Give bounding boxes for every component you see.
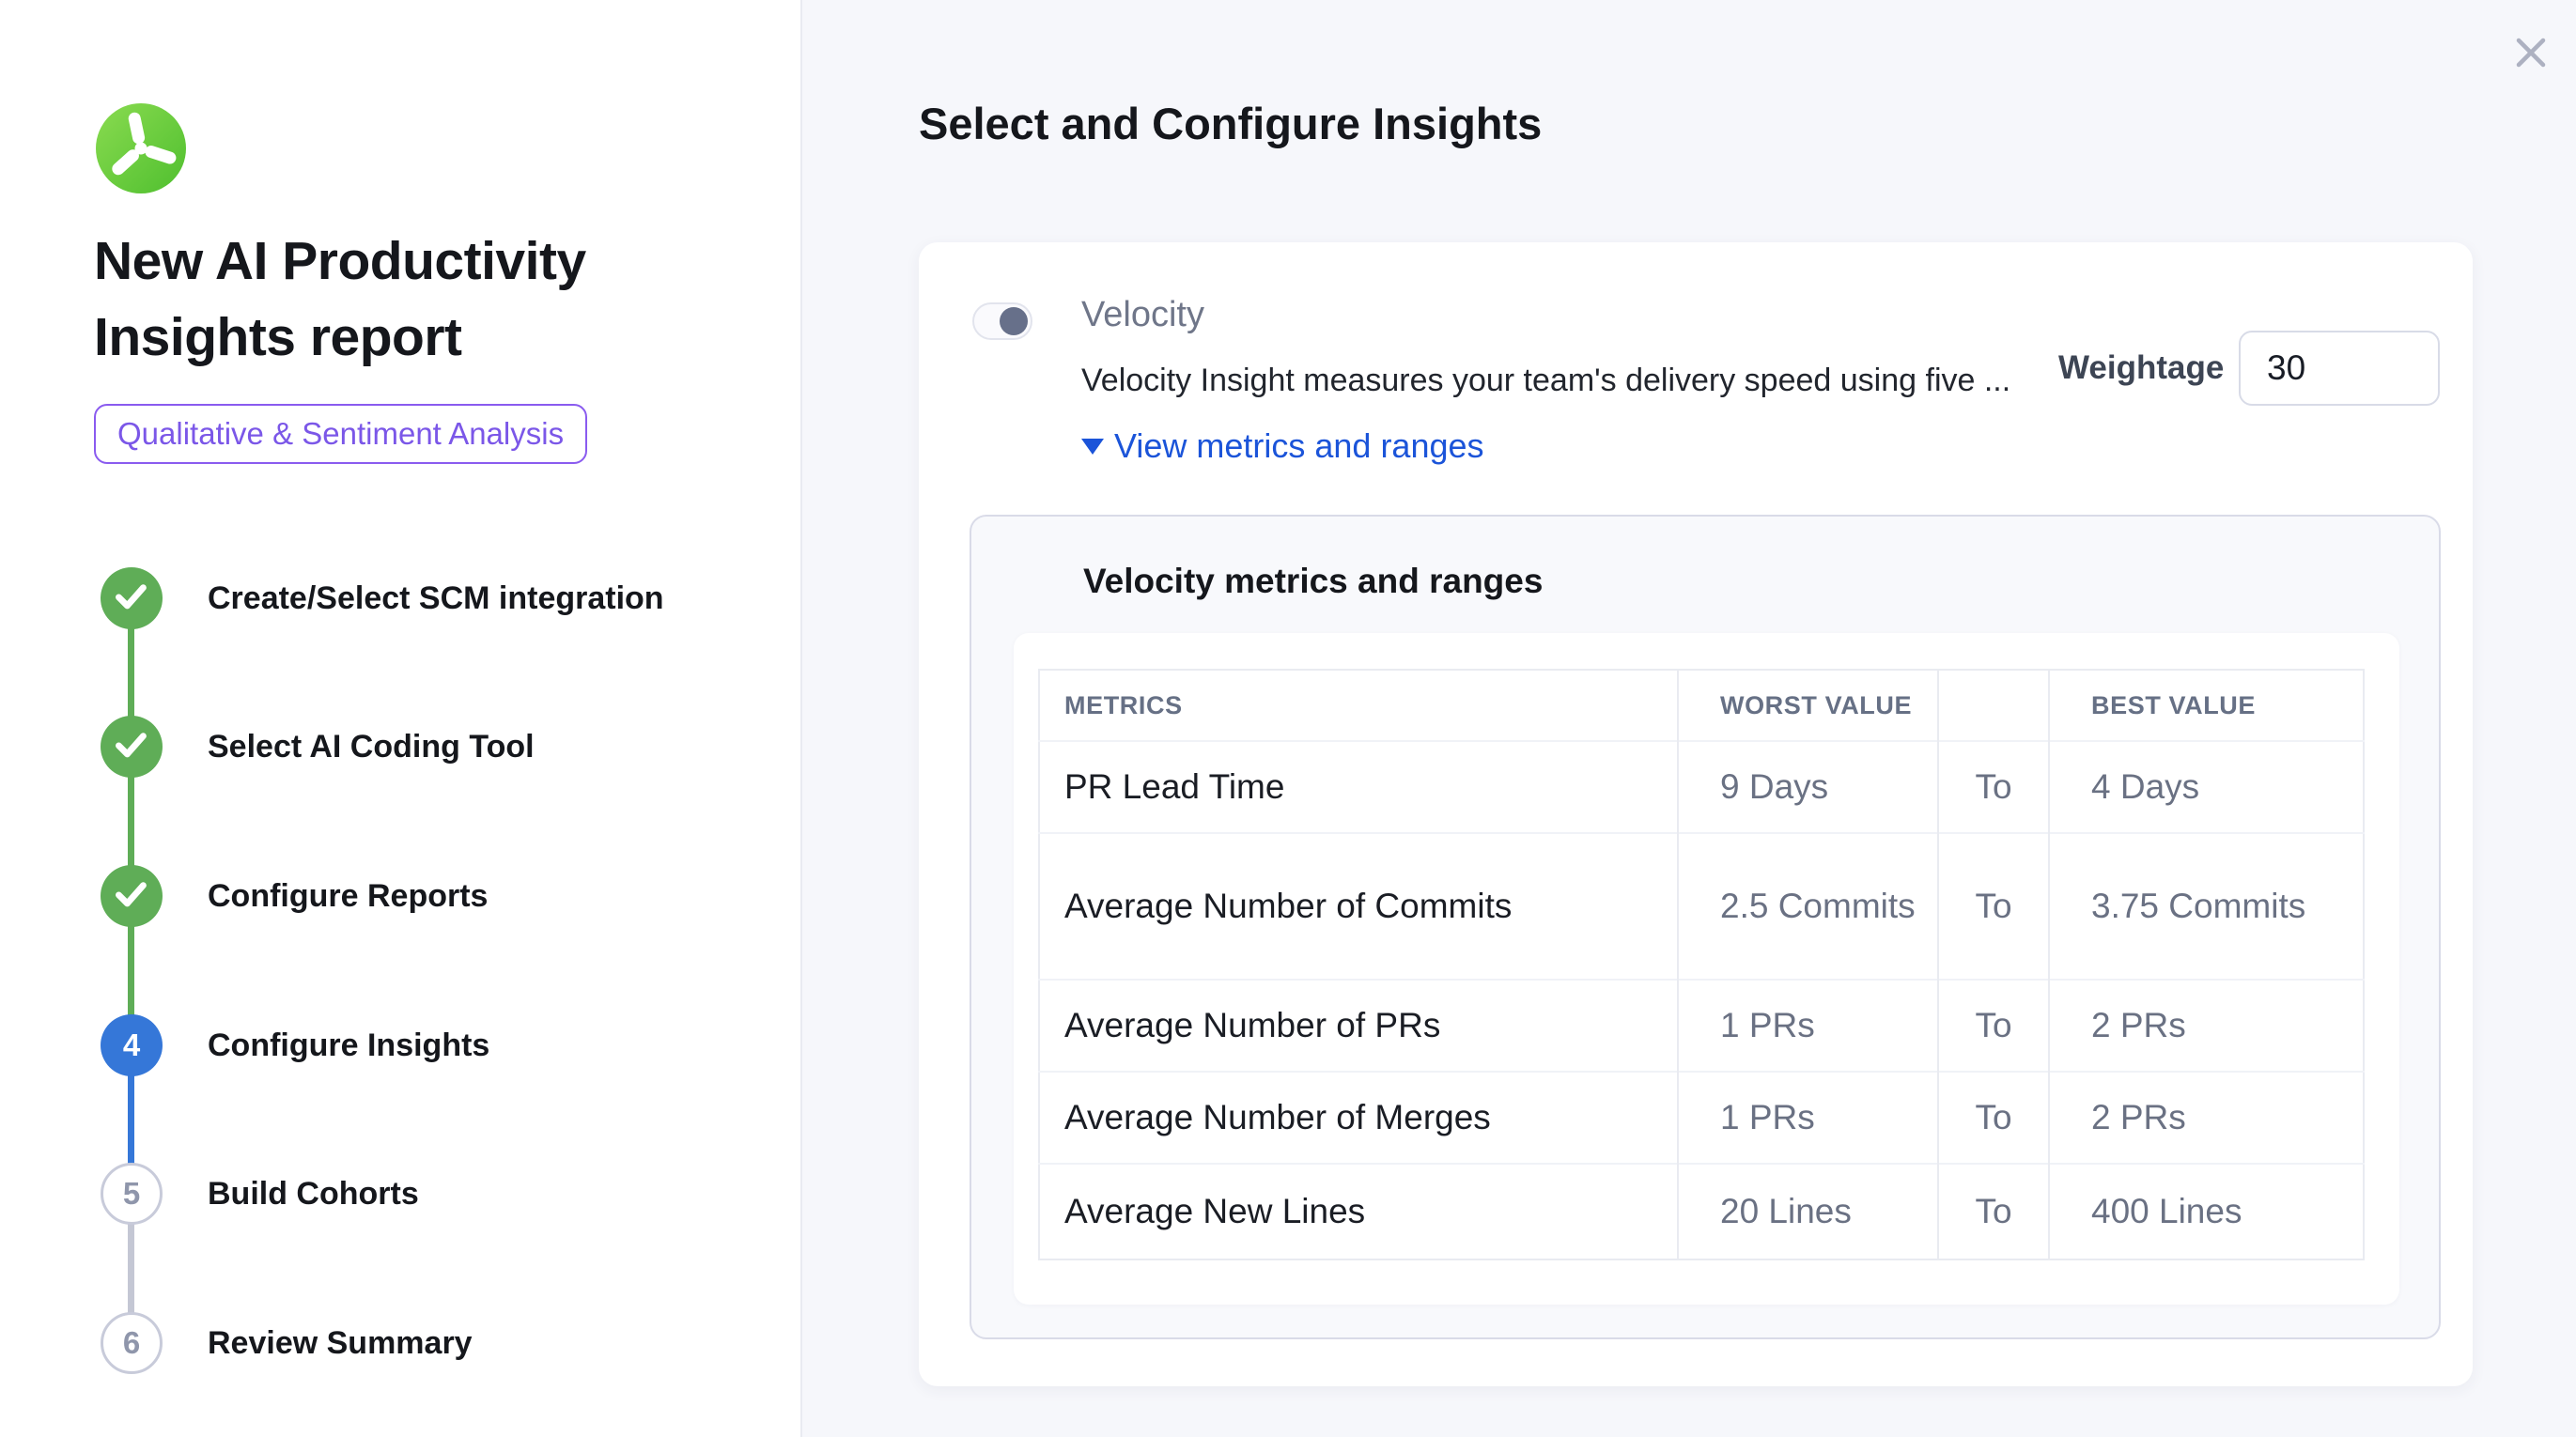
- view-metrics-link-label: View metrics and ranges: [1114, 426, 1484, 466]
- table-row: Average New Lines 20 Lines To 400 Lines: [1039, 1164, 2364, 1259]
- insight-name: Velocity: [1081, 295, 1204, 335]
- velocity-insight-card: Velocity Velocity Insight measures your …: [919, 242, 2473, 1386]
- metric-name: Average Number of Commits: [1039, 833, 1678, 980]
- step-done-circle: [101, 567, 163, 629]
- step-review-summary[interactable]: 6 Review Summary: [101, 1312, 473, 1374]
- velocity-toggle[interactable]: [972, 302, 1032, 340]
- worst-value: 1 PRs: [1678, 980, 1938, 1072]
- best-value: 3.75 Commits: [2049, 833, 2364, 980]
- worst-value: 2.5 Commits: [1678, 833, 1938, 980]
- check-icon: [116, 882, 147, 910]
- best-value: 2 PRs: [2049, 1072, 2364, 1164]
- metrics-table-card: METRICS WORST VALUE BEST VALUE PR Lead T…: [1014, 633, 2399, 1305]
- metric-name: Average New Lines: [1039, 1164, 1678, 1259]
- report-title: New AI Productivity Insights report: [94, 224, 703, 376]
- configure-insights-panel: Select and Configure Insights Velocity V…: [802, 0, 2576, 1437]
- chevron-down-icon: [1081, 439, 1104, 455]
- report-type-badge: Qualitative & Sentiment Analysis: [94, 404, 587, 464]
- panel-title: Select and Configure Insights: [919, 98, 1542, 149]
- table-row: Average Number of PRs 1 PRs To 2 PRs: [1039, 980, 2364, 1072]
- metrics-table: METRICS WORST VALUE BEST VALUE PR Lead T…: [1038, 669, 2365, 1260]
- worst-value: 9 Days: [1678, 741, 1938, 833]
- metric-name: PR Lead Time: [1039, 741, 1678, 833]
- step-connector: [128, 1074, 134, 1165]
- step-done-circle: [101, 716, 163, 778]
- column-header-to: [1938, 670, 2049, 741]
- close-button[interactable]: [2505, 26, 2557, 79]
- step-label: Review Summary: [208, 1325, 473, 1362]
- step-select-ai-coding-tool[interactable]: Select AI Coding Tool: [101, 716, 535, 778]
- table-row: Average Number of Commits 2.5 Commits To…: [1039, 833, 2364, 980]
- to-label: To: [1938, 741, 2049, 833]
- step-connector: [128, 1223, 134, 1314]
- step-label: Build Cohorts: [208, 1176, 419, 1213]
- table-row: Average Number of Merges 1 PRs To 2 PRs: [1039, 1072, 2364, 1164]
- insight-description: Velocity Insight measures your team's de…: [1081, 363, 2010, 399]
- column-header-metrics: METRICS: [1039, 670, 1678, 741]
- weightage-label: Weightage: [2058, 331, 2224, 406]
- to-label: To: [1938, 1164, 2049, 1259]
- worst-value: 1 PRs: [1678, 1072, 1938, 1164]
- table-row: PR Lead Time 9 Days To 4 Days: [1039, 741, 2364, 833]
- metric-name: Average Number of PRs: [1039, 980, 1678, 1072]
- step-pending-circle: 6: [101, 1312, 163, 1374]
- step-connector: [128, 776, 134, 867]
- table-header-row: METRICS WORST VALUE BEST VALUE: [1039, 670, 2364, 741]
- step-done-circle: [101, 865, 163, 927]
- page: { "sidebar": { "title": "New AI Producti…: [0, 0, 2576, 1437]
- step-configure-insights-current[interactable]: 4 Configure Insights: [101, 1014, 489, 1076]
- best-value: 2 PRs: [2049, 980, 2364, 1072]
- check-icon: [116, 733, 147, 761]
- best-value: 400 Lines: [2049, 1164, 2364, 1259]
- to-label: To: [1938, 1072, 2049, 1164]
- view-metrics-link[interactable]: View metrics and ranges: [1081, 426, 1484, 466]
- step-label: Select AI Coding Tool: [208, 729, 535, 765]
- app-logo-propeller-icon: [96, 103, 186, 193]
- metric-name: Average Number of Merges: [1039, 1072, 1678, 1164]
- toggle-knob: [1000, 307, 1028, 335]
- wizard-sidebar: New AI Productivity Insights report Qual…: [0, 0, 802, 1437]
- step-pending-circle: 5: [101, 1163, 163, 1225]
- step-connector: [128, 925, 134, 1016]
- step-configure-reports[interactable]: Configure Reports: [101, 865, 488, 927]
- step-create-select-scm-integration[interactable]: Create/Select SCM integration: [101, 567, 664, 629]
- column-header-best-value: BEST VALUE: [2049, 670, 2364, 741]
- worst-value: 20 Lines: [1678, 1164, 1938, 1259]
- check-icon: [116, 584, 147, 612]
- step-build-cohorts[interactable]: 5 Build Cohorts: [101, 1163, 419, 1225]
- weightage-input[interactable]: [2239, 331, 2440, 406]
- velocity-metrics-section: Velocity metrics and ranges METRICS WORS…: [970, 515, 2441, 1339]
- best-value: 4 Days: [2049, 741, 2364, 833]
- to-label: To: [1938, 833, 2049, 980]
- column-header-worst-value: WORST VALUE: [1678, 670, 1938, 741]
- step-label: Configure Reports: [208, 878, 488, 915]
- close-icon: [2511, 33, 2551, 72]
- step-label: Create/Select SCM integration: [208, 580, 664, 617]
- step-connector: [128, 627, 134, 718]
- step-active-circle: 4: [101, 1014, 163, 1076]
- to-label: To: [1938, 980, 2049, 1072]
- step-label: Configure Insights: [208, 1028, 489, 1064]
- metrics-section-heading: Velocity metrics and ranges: [1083, 562, 1543, 601]
